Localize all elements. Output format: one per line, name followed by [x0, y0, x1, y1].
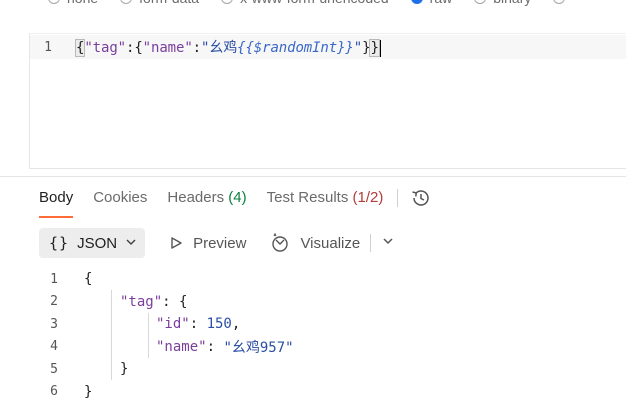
- json-brace: {: [84, 271, 93, 288]
- radio-label-raw: raw: [430, 0, 453, 6]
- json-punct: : {: [162, 293, 188, 310]
- json-colon: :: [192, 40, 201, 56]
- tab-headers-label: Headers: [167, 189, 225, 206]
- random-int-variable[interactable]: {{$randomInt}}: [237, 40, 354, 56]
- radio-circle-icon: [221, 0, 234, 4]
- line-number: 2: [50, 294, 58, 310]
- radio-circle-icon: [474, 0, 487, 4]
- headers-count: (4): [228, 189, 247, 206]
- response-toolbar: {} JSON Preview Visualize: [39, 228, 395, 258]
- tab-body[interactable]: Body: [39, 186, 74, 218]
- json-number: 150: [206, 316, 232, 333]
- line-number: 4: [50, 339, 58, 355]
- body-type-radio-group: none form-data x-www-form-urlencoded raw…: [0, 0, 594, 8]
- line-number: 3: [50, 316, 58, 332]
- tab-separator: [397, 189, 399, 207]
- preview-button[interactable]: Preview: [169, 235, 246, 252]
- radio-form-data[interactable]: form-data: [120, 0, 199, 6]
- json-key: "id": [156, 316, 190, 333]
- radio-urlencoded[interactable]: x-www-form-urlencoded: [221, 0, 389, 6]
- radio-label-none: none: [67, 0, 98, 6]
- json-string-suffix: ": [353, 40, 363, 56]
- request-body-editor[interactable]: 1 {"tag":{"name":"幺鸡{{$randomInt}}"}}: [29, 33, 626, 169]
- line-number: 6: [50, 384, 58, 400]
- radio-circle-icon: [48, 0, 60, 4]
- line-number: 1: [44, 39, 52, 55]
- visualize-button[interactable]: Visualize: [270, 233, 360, 253]
- radio-circle-icon: [120, 0, 133, 4]
- json-comma: ,: [231, 316, 241, 333]
- radio-none[interactable]: none: [48, 0, 98, 6]
- history-icon[interactable]: [410, 187, 432, 209]
- json-string-prefix: "幺鸡: [201, 40, 238, 56]
- toolbar-separator: [370, 234, 372, 252]
- pane-divider[interactable]: [0, 176, 626, 177]
- visualize-dropdown-chevron-icon[interactable]: [381, 234, 395, 252]
- preview-label: Preview: [193, 234, 247, 252]
- text-cursor: [379, 39, 381, 57]
- json-key-name: "name": [142, 40, 193, 56]
- play-icon: [169, 236, 183, 250]
- response-line: 5 }: [0, 358, 128, 381]
- editor-code[interactable]: {"tag":{"name":"幺鸡{{$randomInt}}"}}: [74, 37, 381, 57]
- tab-test-results[interactable]: Test Results (1/2): [267, 186, 384, 210]
- radio-checked-icon: [410, 0, 423, 4]
- radio-circle-icon: [553, 0, 566, 4]
- visualize-label: Visualize: [300, 234, 361, 252]
- json-key-tag: "tag": [84, 40, 126, 56]
- braces-icon: {}: [49, 234, 70, 252]
- response-line: 1 {: [0, 268, 92, 291]
- json-key: "name": [156, 338, 207, 355]
- json-brace: }: [120, 361, 129, 378]
- response-line: 3 "id" : 150 ,: [0, 313, 240, 336]
- radio-binary[interactable]: binary: [474, 0, 531, 6]
- radio-graphql[interactable]: [553, 0, 572, 4]
- response-tabs: Body Cookies Headers (4) Test Results (1…: [39, 186, 432, 218]
- format-label: JSON: [77, 234, 118, 252]
- json-brace: }: [84, 383, 93, 400]
- line-number: 1: [50, 271, 58, 287]
- radio-raw[interactable]: raw: [410, 0, 453, 6]
- json-colon-brace: :{: [126, 40, 143, 56]
- radio-label-binary: binary: [493, 0, 531, 6]
- json-string: "幺鸡957": [223, 339, 294, 356]
- postman-request-panel: none form-data x-www-form-urlencoded raw…: [0, 0, 626, 411]
- brace-close: }: [369, 39, 380, 57]
- radio-label-urlencoded: x-www-form-urlencoded: [240, 0, 389, 6]
- json-punct: :: [206, 338, 224, 355]
- tab-tests-label: Test Results: [266, 189, 349, 206]
- chevron-down-icon: [125, 235, 137, 252]
- response-line: 6 }: [0, 381, 92, 404]
- tab-cookies[interactable]: Cookies: [93, 186, 147, 210]
- response-line: 2 "tag" : {: [0, 291, 187, 314]
- editor-line[interactable]: 1 {"tag":{"name":"幺鸡{{$randomInt}}"}}: [30, 35, 626, 59]
- visualize-icon: [270, 233, 290, 253]
- json-key: "tag": [120, 293, 163, 310]
- json-punct: :: [189, 316, 207, 333]
- tests-count: (1/2): [352, 189, 384, 206]
- tab-headers[interactable]: Headers (4): [167, 186, 246, 210]
- response-line: 4 "name" : "幺鸡957": [0, 336, 294, 359]
- line-number: 5: [50, 361, 58, 377]
- response-body-viewer[interactable]: 1 { 2 "tag" : { 3 "id" : 150 , 4 "name" …: [0, 268, 626, 408]
- radio-label-form-data: form-data: [139, 0, 199, 6]
- format-select[interactable]: {} JSON: [39, 228, 146, 258]
